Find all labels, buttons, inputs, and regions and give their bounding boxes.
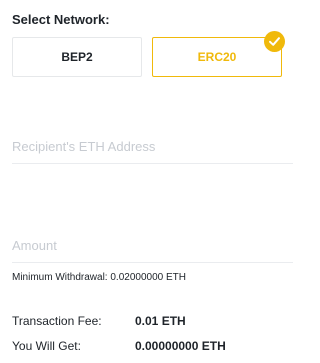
minimum-withdrawal: Minimum Withdrawal: 0.02000000 ETH [12,272,186,283]
checkmark-glyph [269,37,280,46]
minimum-withdrawal-label: Minimum Withdrawal: [12,272,108,283]
amount-input[interactable]: Amount [12,238,57,253]
amount-field-underline [12,262,293,263]
transaction-fee-row: Transaction Fee: 0.01 ETH [12,314,186,328]
minimum-withdrawal-value: 0.02000000 ETH [110,272,186,283]
network-option-bep2[interactable]: BEP2 [12,37,142,77]
transaction-fee-value: 0.01 ETH [135,314,186,328]
you-will-get-label: You Will Get: [12,339,81,353]
network-option-erc20[interactable]: ERC20 [152,37,282,77]
you-will-get-value: 0.00000000 ETH [135,339,226,353]
select-network-label: Select Network: [12,12,110,27]
transaction-fee-label: Transaction Fee: [12,314,102,328]
you-will-get-row: You Will Get: 0.00000000 ETH [12,339,226,353]
address-field-underline [12,163,293,164]
checkmark-icon [264,31,285,52]
recipient-address-input[interactable]: Recipient's ETH Address [12,139,155,154]
